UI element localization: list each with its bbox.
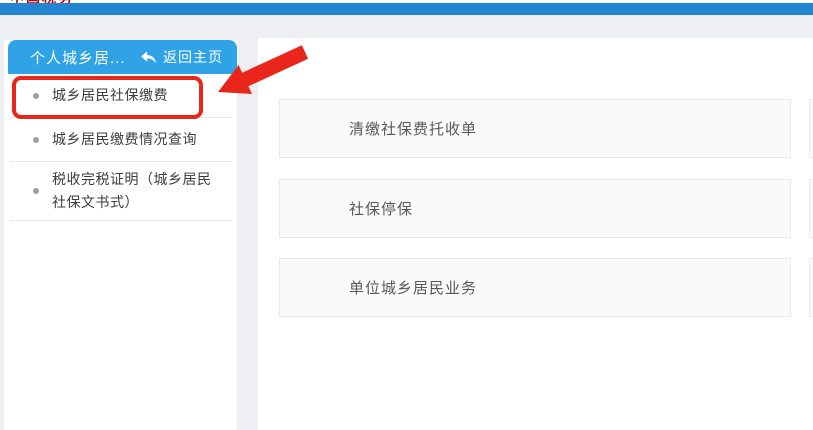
sidebar: 个人城乡居... 返回主页 城乡居民社保缴费 城乡居民缴费情况查询 税收完税证明… bbox=[4, 40, 237, 430]
return-home-button[interactable]: 返回主页 bbox=[140, 47, 237, 67]
sidebar-item-label: 税收完税证明（城乡居民社保文书式） bbox=[52, 171, 212, 210]
menu-card-unit-urban-rural-business[interactable]: 单位城乡居民业务 bbox=[279, 258, 791, 317]
bullet-icon bbox=[33, 92, 39, 99]
sidebar-item-resident-social-insurance-payment[interactable]: 城乡居民社保缴费 bbox=[10, 74, 231, 118]
sidebar-title: 个人城乡居... bbox=[30, 49, 126, 67]
menu-card-social-insurance-stop[interactable]: 社保停保 bbox=[279, 179, 791, 238]
clipped-logo-text: 中国税务 bbox=[10, 0, 80, 3]
main-content-panel: 清缴社保费托收单 社保停保 单位城乡居民业务 bbox=[258, 38, 813, 430]
card-label: 单位城乡居民业务 bbox=[349, 280, 478, 297]
bullet-icon bbox=[33, 188, 39, 194]
sidebar-item-label: 城乡居民社保缴费 bbox=[52, 87, 168, 103]
reply-arrow-icon bbox=[140, 50, 157, 65]
top-blue-bar bbox=[0, 3, 813, 15]
sidebar-header: 个人城乡居... 返回主页 bbox=[8, 40, 237, 74]
clipped-card-column[interactable] bbox=[809, 99, 813, 158]
sidebar-item-tax-payment-certificate[interactable]: 税收完税证明（城乡居民社保文书式） bbox=[10, 162, 231, 221]
top-white-strip: 中国税务 bbox=[0, 0, 813, 3]
sidebar-item-payment-status-query[interactable]: 城乡居民缴费情况查询 bbox=[10, 118, 231, 162]
bullet-icon bbox=[33, 136, 39, 143]
menu-card-settle-tolling-slip[interactable]: 清缴社保费托收单 bbox=[279, 99, 791, 158]
sidebar-menu: 城乡居民社保缴费 城乡居民缴费情况查询 税收完税证明（城乡居民社保文书式） bbox=[4, 74, 237, 221]
card-label: 清缴社保费托收单 bbox=[349, 121, 478, 138]
clipped-card-column[interactable] bbox=[809, 258, 813, 317]
return-home-label: 返回主页 bbox=[163, 49, 223, 65]
sidebar-item-label: 城乡居民缴费情况查询 bbox=[52, 131, 197, 147]
card-label: 社保停保 bbox=[349, 201, 414, 218]
clipped-card-column[interactable] bbox=[809, 179, 813, 238]
